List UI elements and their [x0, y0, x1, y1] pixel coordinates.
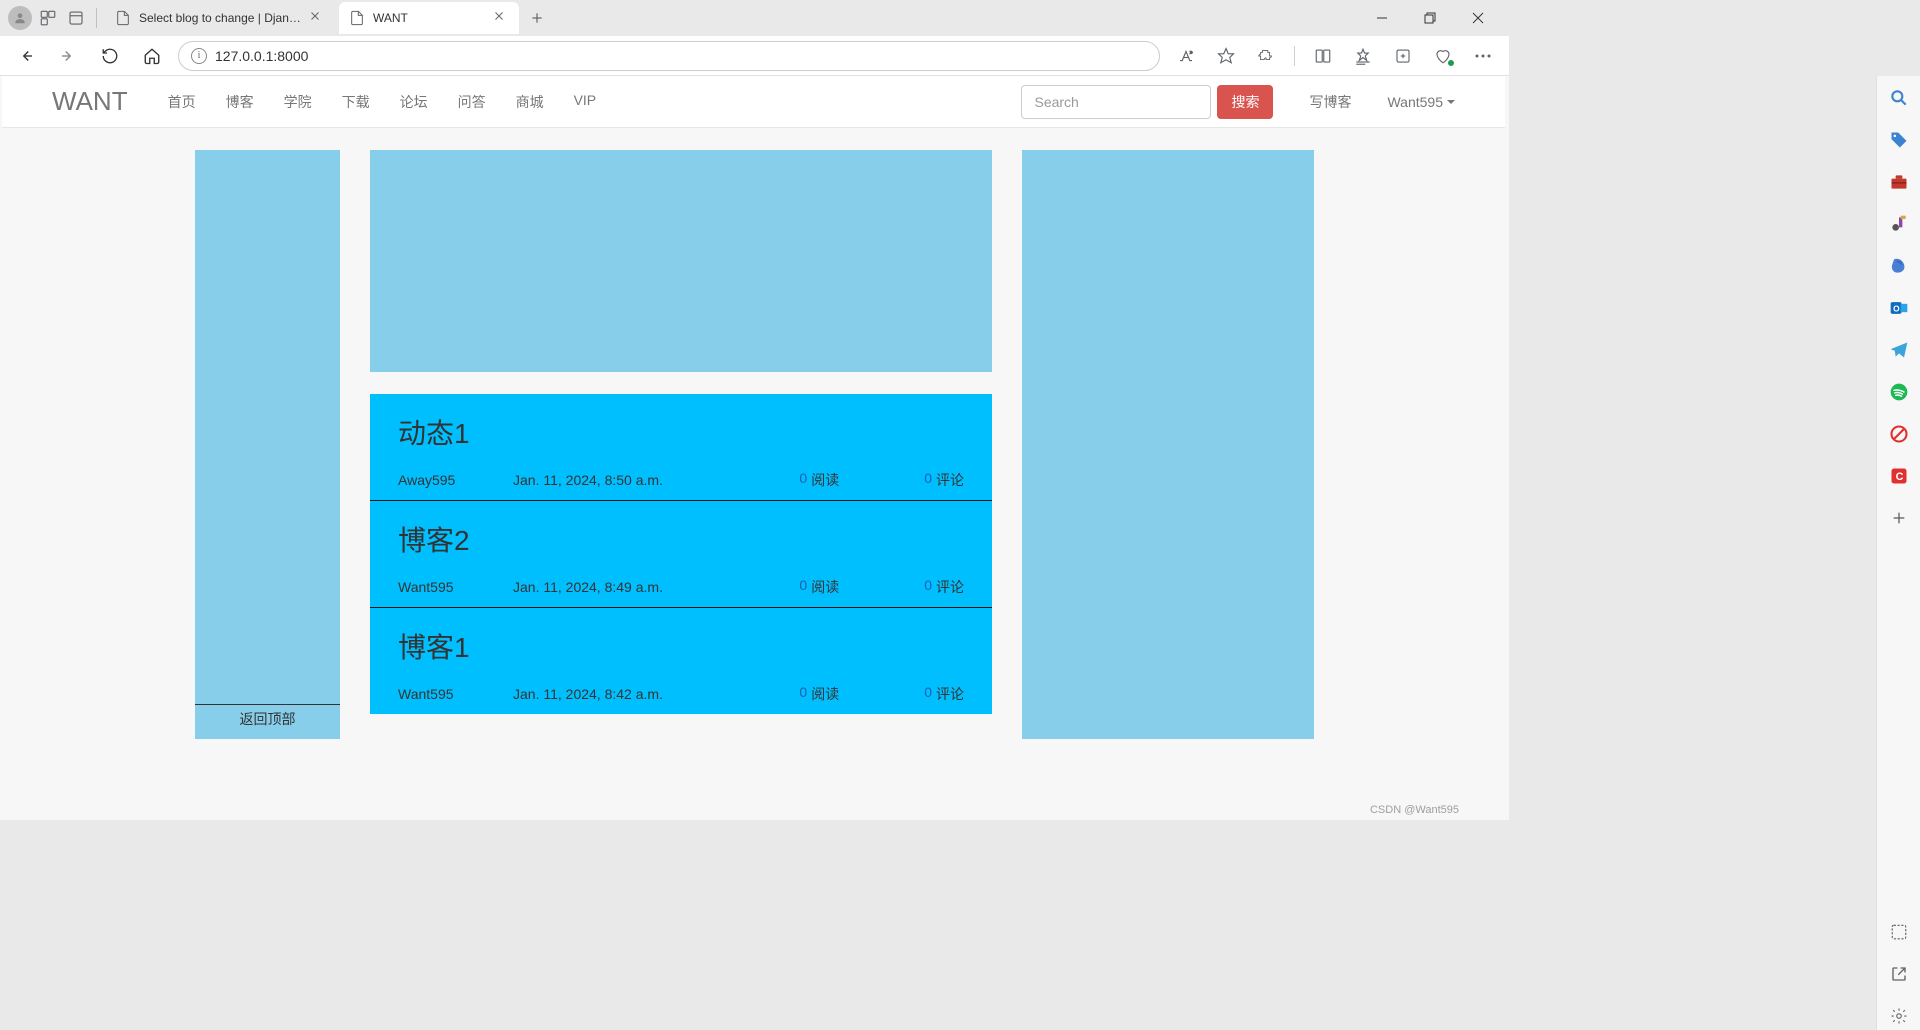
post-title[interactable]: 动态1 — [398, 412, 964, 452]
file-icon — [115, 10, 131, 26]
refresh-button[interactable] — [94, 40, 126, 72]
app-c-icon[interactable]: C — [1885, 462, 1913, 490]
forward-button[interactable] — [52, 40, 84, 72]
post-date: Jan. 11, 2024, 8:50 a.m. — [513, 472, 663, 488]
minimize-button[interactable] — [1359, 2, 1405, 34]
back-button[interactable] — [10, 40, 42, 72]
post-date: Jan. 11, 2024, 8:49 a.m. — [513, 579, 663, 595]
spotify-icon[interactable] — [1885, 378, 1913, 406]
home-button[interactable] — [136, 40, 168, 72]
tab-title: Select blog to change | Django si — [139, 11, 301, 25]
add-app-icon[interactable] — [1885, 504, 1913, 532]
post-item[interactable]: 博客2 Want595 Jan. 11, 2024, 8:49 a.m. 0阅读… — [370, 501, 992, 608]
toolbox-icon[interactable] — [1885, 168, 1913, 196]
svg-text:»: » — [1190, 49, 1193, 55]
nav-link-blog[interactable]: 博客 — [211, 77, 269, 127]
svg-text:C: C — [1895, 471, 1903, 483]
url-text: 127.0.0.1:8000 — [215, 48, 308, 64]
user-menu[interactable]: Want595 — [1387, 94, 1455, 110]
post-list: 动态1 Away595 Jan. 11, 2024, 8:50 a.m. 0阅读… — [370, 394, 992, 714]
telegram-icon[interactable] — [1885, 336, 1913, 364]
browser-tab-want[interactable]: WANT — [339, 2, 519, 34]
block-icon[interactable] — [1885, 420, 1913, 448]
more-icon[interactable] — [1467, 40, 1499, 72]
post-title[interactable]: 博客1 — [398, 626, 964, 666]
search-icon[interactable] — [1885, 84, 1913, 112]
maximize-button[interactable] — [1407, 2, 1453, 34]
office-icon[interactable] — [1885, 252, 1913, 280]
post-read-stat: 0阅读 — [799, 684, 839, 704]
shopping-tag-icon[interactable] — [1885, 126, 1913, 154]
tab-title: WANT — [373, 11, 485, 25]
nav-link-vip[interactable]: VIP — [559, 77, 612, 127]
close-window-button[interactable] — [1455, 2, 1501, 34]
file-icon — [349, 10, 365, 26]
nav-links: 首页 博客 学院 下载 论坛 问答 商城 VIP — [153, 77, 612, 127]
post-item[interactable]: 动态1 Away595 Jan. 11, 2024, 8:50 a.m. 0阅读… — [370, 394, 992, 501]
post-comment-stat: 0评论 — [924, 470, 964, 490]
collections-icon[interactable] — [1387, 40, 1419, 72]
browser-essentials-icon[interactable] — [1427, 40, 1459, 72]
post-title[interactable]: 博客2 — [398, 519, 964, 559]
site-navbar: WANT 首页 博客 学院 下载 论坛 问答 商城 VIP 搜索 写博客 Wan… — [2, 76, 1505, 128]
back-to-top-link[interactable]: 返回顶部 — [195, 704, 340, 739]
search-button[interactable]: 搜索 — [1217, 85, 1273, 119]
tab-actions-icon[interactable] — [64, 6, 88, 30]
username-label: Want595 — [1387, 94, 1443, 110]
nav-link-mall[interactable]: 商城 — [501, 77, 559, 127]
post-comment-stat: 0评论 — [924, 577, 964, 597]
site-info-icon[interactable]: i — [191, 48, 207, 64]
nav-link-forum[interactable]: 论坛 — [385, 77, 443, 127]
games-icon[interactable] — [1885, 210, 1913, 238]
left-sidebar: 返回顶部 — [195, 150, 340, 739]
hero-banner — [370, 150, 992, 372]
post-read-stat: 0阅读 — [799, 470, 839, 490]
favorites-list-icon[interactable] — [1347, 40, 1379, 72]
close-icon[interactable] — [493, 10, 509, 26]
read-aloud-icon[interactable]: » — [1170, 40, 1202, 72]
favorite-icon[interactable] — [1210, 40, 1242, 72]
browser-tab-django[interactable]: Select blog to change | Django si — [105, 2, 335, 34]
watermark: CSDN @Want595 — [1370, 804, 1459, 816]
split-screen-icon[interactable] — [1307, 40, 1339, 72]
right-sidebar — [1022, 150, 1314, 739]
svg-text:O: O — [1893, 303, 1900, 313]
open-external-icon[interactable] — [1885, 960, 1913, 988]
nav-link-qa[interactable]: 问答 — [443, 77, 501, 127]
workspaces-icon[interactable] — [36, 6, 60, 30]
post-comment-stat: 0评论 — [924, 684, 964, 704]
profile-icon[interactable] — [8, 6, 32, 30]
settings-icon[interactable] — [1885, 1002, 1913, 1030]
nav-link-home[interactable]: 首页 — [153, 77, 211, 127]
post-item[interactable]: 博客1 Want595 Jan. 11, 2024, 8:42 a.m. 0阅读… — [370, 608, 992, 714]
post-date: Jan. 11, 2024, 8:42 a.m. — [513, 686, 663, 702]
post-author[interactable]: Want595 — [398, 579, 468, 595]
outlook-icon[interactable]: O — [1885, 294, 1913, 322]
nav-link-download[interactable]: 下载 — [327, 77, 385, 127]
nav-link-academy[interactable]: 学院 — [269, 77, 327, 127]
screenshot-icon[interactable] — [1885, 918, 1913, 946]
post-author[interactable]: Want595 — [398, 686, 468, 702]
edge-sidebar: O C — [1876, 76, 1920, 1030]
write-blog-link[interactable]: 写博客 — [1309, 92, 1351, 112]
search-input[interactable] — [1021, 85, 1211, 119]
post-author[interactable]: Away595 — [398, 472, 468, 488]
extensions-icon[interactable] — [1250, 40, 1282, 72]
close-icon[interactable] — [309, 10, 325, 26]
brand-logo[interactable]: WANT — [52, 86, 128, 117]
address-bar[interactable]: i 127.0.0.1:8000 — [178, 41, 1160, 71]
caret-down-icon — [1447, 100, 1455, 104]
new-tab-button[interactable] — [523, 4, 551, 32]
post-read-stat: 0阅读 — [799, 577, 839, 597]
